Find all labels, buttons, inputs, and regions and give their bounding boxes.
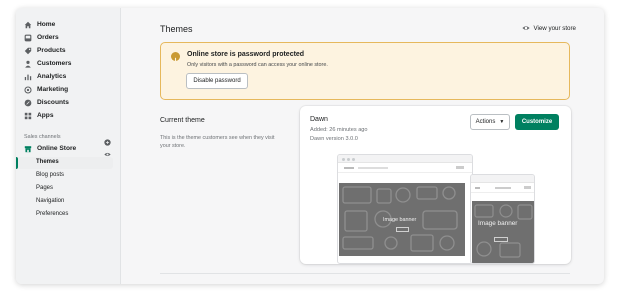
- sidebar-subitem-themes[interactable]: Themes: [36, 159, 59, 165]
- sidebar-item-products[interactable]: Products: [24, 45, 66, 56]
- browser-toolbar: [338, 155, 472, 163]
- add-sales-channel-button[interactable]: [104, 133, 111, 146]
- active-item-indicator: [16, 157, 18, 169]
- sidebar-item-marketing[interactable]: Marketing: [24, 84, 68, 95]
- customize-button[interactable]: Customize: [515, 114, 559, 130]
- sidebar-item-customers[interactable]: Customers: [24, 58, 71, 69]
- preview-nav: [338, 163, 472, 173]
- password-warning-banner: Online store is password protected Only …: [160, 42, 570, 100]
- theme-version: Dawn version 3.0.0: [310, 136, 358, 142]
- mobile-hero-banner-button: [494, 237, 508, 242]
- home-icon: [24, 21, 32, 29]
- sidebar-subitem-pages[interactable]: Pages: [36, 185, 53, 191]
- current-theme-description: This is the theme customers see when the…: [160, 135, 275, 149]
- sidebar-item-apps[interactable]: Apps: [24, 110, 53, 121]
- preview-hero-image: Image banner: [339, 183, 465, 256]
- store-icon: [24, 145, 32, 153]
- active-item-highlight: [17, 157, 113, 169]
- sidebar-item-home[interactable]: Home: [24, 19, 55, 30]
- banner-title: Online store is password protected: [187, 51, 305, 58]
- discount-icon: [24, 99, 32, 107]
- hero-banner-button: [396, 227, 409, 232]
- sidebar-subitem-blog-posts[interactable]: Blog posts: [36, 172, 64, 178]
- target-icon: [24, 85, 32, 94]
- sales-channels-label: Sales channels: [24, 134, 61, 140]
- sidebar-item-label: Online Store: [37, 145, 77, 152]
- desktop-preview[interactable]: Image banner: [337, 154, 473, 264]
- tag-icon: [24, 47, 32, 55]
- sidebar-item-label: Products: [37, 47, 66, 54]
- page-title: Themes: [160, 24, 193, 34]
- sidebar-item-label: Apps: [37, 112, 54, 119]
- section-divider: [160, 273, 570, 274]
- sidebar-subitem-preferences[interactable]: Preferences: [36, 211, 68, 217]
- view-store-label: View your store: [533, 24, 576, 32]
- sidebar: Home Orders Products Customers Analytics: [16, 8, 121, 284]
- sidebar-item-analytics[interactable]: Analytics: [24, 71, 66, 82]
- sidebar-item-discounts[interactable]: Discounts: [24, 97, 69, 108]
- main-content: Themes View your store Online store is p…: [122, 8, 604, 284]
- banner-text: Only visitors with a password can access…: [187, 62, 328, 68]
- sidebar-item-label: Customers: [37, 60, 72, 67]
- sidebar-item-label: Marketing: [37, 86, 69, 93]
- sidebar-item-label: Home: [37, 21, 56, 28]
- eye-icon: [522, 26, 531, 30]
- sidebar-item-orders[interactable]: Orders: [24, 32, 59, 43]
- caret-down-icon: ▼: [499, 119, 505, 125]
- actions-button[interactable]: Actions ▼: [470, 114, 510, 130]
- theme-added-time: Added: 26 minutes ago: [310, 127, 368, 133]
- eye-icon[interactable]: [104, 145, 111, 157]
- sidebar-item-label: Analytics: [37, 73, 67, 80]
- bar-chart-icon: [24, 73, 32, 81]
- theme-card: Dawn Added: 26 minutes ago Dawn version …: [300, 106, 571, 264]
- current-theme-heading: Current theme: [160, 117, 205, 124]
- mobile-hero-banner-label: Image banner: [478, 220, 518, 227]
- warning-icon: [171, 52, 180, 64]
- sidebar-subitem-navigation[interactable]: Navigation: [36, 198, 64, 204]
- sidebar-item-label: Orders: [37, 34, 59, 41]
- sidebar-item-label: Discounts: [37, 99, 69, 106]
- app-frame: Home Orders Products Customers Analytics: [16, 8, 604, 284]
- view-store-link[interactable]: View your store: [522, 24, 576, 32]
- orders-icon: [24, 34, 32, 42]
- mobile-hero-image: Image banner: [472, 201, 534, 263]
- apps-icon: [24, 112, 32, 120]
- hero-banner-label: Image banner: [383, 217, 417, 223]
- actions-label: Actions: [475, 119, 496, 125]
- mobile-preview[interactable]: Image banner: [470, 174, 535, 264]
- person-icon: [24, 60, 32, 68]
- theme-name: Dawn: [310, 116, 328, 123]
- disable-password-button[interactable]: Disable password: [186, 73, 248, 89]
- sidebar-item-online-store[interactable]: Online Store: [24, 143, 76, 154]
